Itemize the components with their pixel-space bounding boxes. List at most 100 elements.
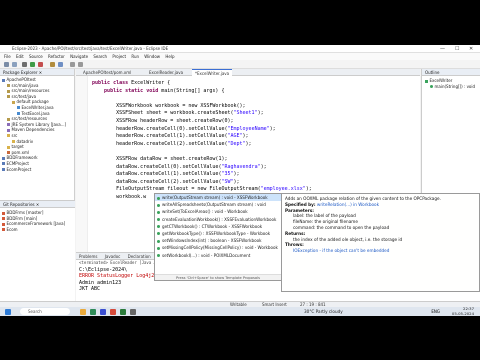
taskbar-search[interactable]: Search bbox=[20, 308, 70, 315]
code-token: FileOutputStream fileout = new FileOutpu… bbox=[116, 186, 261, 193]
file-explorer-icon[interactable] bbox=[80, 308, 86, 315]
tab-problems[interactable]: Problems bbox=[79, 254, 97, 259]
project-icon bbox=[2, 78, 5, 82]
forward-icon[interactable] bbox=[78, 62, 83, 67]
menu-search[interactable]: Search bbox=[93, 54, 107, 59]
completion-item[interactable]: getCTWorkbook() : CTWorkbook - XSSFWorkb… bbox=[155, 223, 281, 230]
tab-pom-xml[interactable]: ApachePOItest/pom.xml bbox=[80, 69, 134, 76]
menu-file[interactable]: File bbox=[4, 54, 11, 59]
method-icon bbox=[157, 232, 160, 236]
windows-start-icon[interactable] bbox=[5, 308, 11, 315]
debug-icon[interactable] bbox=[22, 62, 27, 67]
code-text: ExcelWriter { bbox=[131, 80, 171, 86]
save-icon[interactable] bbox=[12, 62, 17, 67]
code-text: main(String[] args) { bbox=[161, 87, 225, 94]
git-repo-icon bbox=[2, 222, 5, 226]
excel-icon[interactable] bbox=[120, 308, 126, 315]
code-line: dataRow.createCell(2).setCellValue("SW")… bbox=[92, 178, 240, 185]
project-icon bbox=[2, 168, 5, 171]
menu-source[interactable]: Source bbox=[29, 54, 43, 59]
tab-declaration[interactable]: Declaration bbox=[128, 254, 151, 259]
git-repositories-tab[interactable]: Git Repositories ✕ bbox=[0, 201, 75, 208]
javadoc-throws[interactable]: IOException - if the object can't be emb… bbox=[285, 248, 476, 254]
code-token: ); bbox=[233, 178, 240, 185]
stop-icon[interactable] bbox=[38, 62, 43, 67]
project-icon bbox=[2, 156, 5, 160]
source-folder-icon bbox=[7, 117, 10, 121]
repo-item[interactable]: Ecom bbox=[2, 227, 73, 233]
menu-edit[interactable]: Edit bbox=[16, 54, 24, 59]
method-icon bbox=[157, 218, 160, 222]
minimize-button[interactable]: — bbox=[440, 45, 445, 53]
completion-item[interactable]: createEvaluationWorkbook() : XSSFEvaluat… bbox=[155, 216, 281, 223]
run-icon[interactable] bbox=[30, 62, 35, 67]
completion-item[interactable]: write(OutputStream stream) : void - XSSF… bbox=[155, 194, 281, 202]
edge-icon[interactable] bbox=[90, 308, 96, 315]
code-line: headerRow.createCell(0).setCellValue("Em… bbox=[92, 126, 276, 132]
completion-item[interactable]: getWorkbookType() : XSSFWorkbookType - W… bbox=[155, 230, 281, 237]
completion-item[interactable]: writeSet(ToExcelAreas() : void - Workboo… bbox=[155, 208, 281, 215]
code-keyword: public class bbox=[92, 80, 132, 86]
close-button[interactable]: ✕ bbox=[469, 45, 473, 53]
search-icon[interactable] bbox=[58, 62, 63, 67]
xml-file-icon bbox=[7, 151, 10, 155]
folder-icon bbox=[7, 134, 10, 138]
app-icon[interactable] bbox=[130, 308, 136, 315]
title-bar: Eclipse-2023 - Apache/POI/test/src/test/… bbox=[0, 45, 480, 53]
code-token: ); bbox=[257, 110, 264, 117]
chrome-icon[interactable] bbox=[110, 308, 116, 315]
javadoc-specified-link[interactable]: writeRelation(...) in Workbook bbox=[317, 202, 379, 207]
windows-taskbar: Search 30°C Partly cloudy 22:37 05-05-20… bbox=[0, 306, 480, 316]
outline-item[interactable]: main(String[]) : void bbox=[425, 84, 477, 90]
menu-refactor[interactable]: Refactor bbox=[48, 54, 65, 59]
library-icon bbox=[7, 123, 10, 127]
code-token: ); bbox=[245, 140, 252, 147]
open-type-icon[interactable] bbox=[50, 62, 55, 67]
code-text: XSSFWorkbook workbook = new XSSFWorkbook… bbox=[116, 102, 246, 109]
maximize-button[interactable]: ☐ bbox=[455, 45, 459, 53]
toolbar bbox=[0, 60, 480, 69]
completion-item[interactable]: setWorkbookI(...) : void - POIXMLDocumen… bbox=[155, 252, 281, 259]
outline-tab[interactable]: Outline bbox=[422, 69, 480, 76]
method-icon bbox=[157, 225, 160, 229]
code-line: XSSFRow dataRow = sheet.createRow(1); bbox=[92, 156, 227, 162]
code-line: XSSFSheet sheet = workbook.createSheet("… bbox=[92, 110, 264, 116]
string-literal: "35" bbox=[221, 171, 234, 178]
menu-run[interactable]: Run bbox=[131, 54, 139, 59]
code-line: XSSFRow headerRow = sheet.createRow(0); bbox=[92, 118, 233, 124]
language-indicator[interactable]: ENG bbox=[431, 307, 440, 316]
menu-window[interactable]: Window bbox=[144, 54, 160, 59]
code-text: headerRow.createCell(2).setCellValue("De… bbox=[116, 141, 251, 147]
menu-navigate[interactable]: Navigate bbox=[70, 54, 88, 59]
menu-project[interactable]: Project bbox=[112, 54, 126, 59]
completion-item[interactable]: setMissingCellPolicy(MissingCellPolicy) … bbox=[155, 244, 281, 251]
code-token: dataRow.createCell(2).setCellValue( bbox=[116, 178, 222, 185]
completion-item[interactable]: setWindowsIndex(int) : boolean - XSSFWor… bbox=[155, 237, 281, 244]
java-file-icon bbox=[17, 112, 20, 116]
string-literal: "EmployeeName" bbox=[227, 125, 270, 132]
menu-help[interactable]: Help bbox=[165, 54, 174, 59]
code-token: headerRow.createCell(0).setCellValue( bbox=[116, 125, 228, 132]
back-icon[interactable] bbox=[70, 62, 75, 67]
method-icon bbox=[157, 239, 160, 243]
code-token: headerRow.createCell(1).setCellValue( bbox=[116, 133, 228, 140]
code-token: ); bbox=[269, 125, 276, 132]
tab-excel-reader[interactable]: ExcelReader.java bbox=[146, 69, 186, 76]
eclipse-icon[interactable] bbox=[100, 308, 106, 315]
package-explorer-tab[interactable]: Package Explorer ✕ bbox=[0, 69, 74, 76]
tab-excel-writer[interactable]: *ExcelWriter.java bbox=[192, 69, 233, 76]
tab-javadoc[interactable]: Javadoc bbox=[105, 254, 121, 259]
completion-item[interactable]: writeAllSpreadsheets(OutputStream stream… bbox=[155, 201, 281, 208]
system-tray[interactable]: 22:37 05-05-2024 bbox=[452, 306, 474, 316]
javadoc-hover: Adds an OOXML package relation of the gi… bbox=[281, 193, 480, 292]
string-literal: "AGE" bbox=[227, 133, 243, 140]
tree-item[interactable]: EcomProject bbox=[2, 167, 72, 173]
code-line: dataRow.createCell(0).setCellValue("Ragh… bbox=[92, 164, 267, 170]
code-line: headerRow.createCell(1).setCellValue("AG… bbox=[92, 133, 248, 140]
weather-widget[interactable]: 30°C Partly cloudy bbox=[304, 307, 343, 316]
code-line: FileOutputStream fileout = new FileOutpu… bbox=[92, 186, 312, 192]
new-icon[interactable] bbox=[4, 62, 9, 67]
